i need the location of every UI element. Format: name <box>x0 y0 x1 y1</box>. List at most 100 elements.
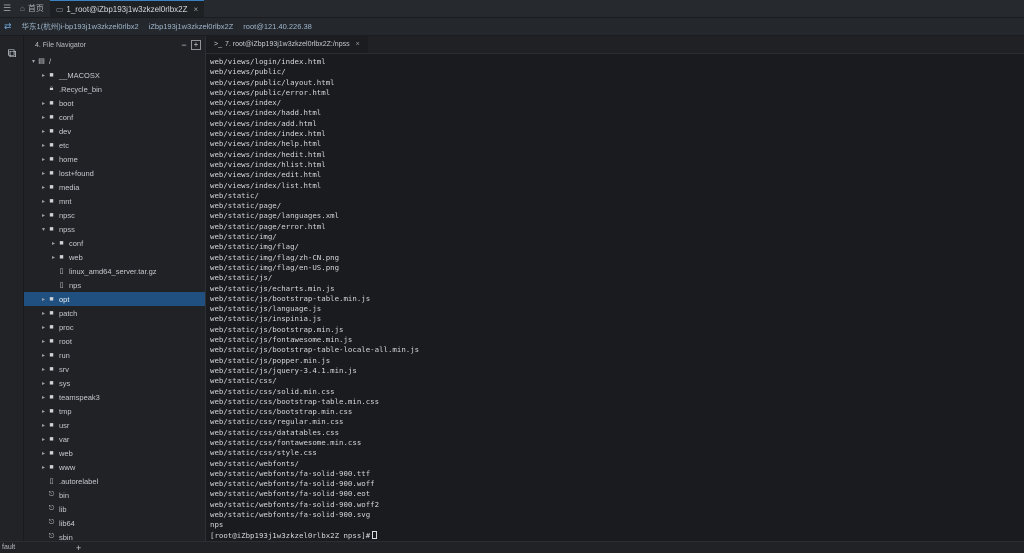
tree-item[interactable]: ⎋ bin <box>24 488 205 502</box>
folder-icon: ▤ <box>38 58 45 65</box>
tree-item-label: opt <box>59 294 70 304</box>
chevron-right-icon[interactable]: ▸ <box>40 170 47 177</box>
folder-icon: ■ <box>49 449 54 457</box>
tree-item[interactable]: ▸ ■ boot <box>24 96 205 110</box>
tree-item[interactable]: ▸ ■ srv <box>24 362 205 376</box>
chevron-right-icon[interactable]: ▸ <box>40 184 47 191</box>
tree-item-label: sys <box>59 378 71 388</box>
tree-item[interactable]: ▸ ■ __MACOSX <box>24 68 205 82</box>
tree-item[interactable]: ▸ ■ lost+found <box>24 166 205 180</box>
add-tab-button[interactable]: + <box>76 543 81 553</box>
tree-item[interactable]: ▸ ■ dev <box>24 124 205 138</box>
tree-item[interactable]: ⎋ lib <box>24 502 205 516</box>
tree-item-label: npsc <box>59 210 75 220</box>
tree-root-label: / <box>49 56 52 66</box>
chevron-right-icon[interactable]: ▸ <box>40 114 47 121</box>
tree-item[interactable]: ▸ ■ run <box>24 348 205 362</box>
tree-item[interactable]: ▸ ■ web <box>24 250 205 264</box>
chevron-right-icon[interactable]: ▸ <box>40 142 47 149</box>
chevron-right-icon[interactable]: ▸ <box>40 212 47 219</box>
terminal-prompt: [root@iZbp193j1w3zkzel0rlbx2Z npss]# <box>210 530 371 540</box>
terminal-line: web/static/css/regular.min.css <box>210 417 344 427</box>
tree-item[interactable]: ▸ ■ usr <box>24 418 205 432</box>
tree-item[interactable]: ▸ ■ etc <box>24 138 205 152</box>
tab-home[interactable]: ⌂ 首页 <box>14 0 50 17</box>
tree-item-label: tmp <box>59 406 72 416</box>
link-icon: ⎋ <box>48 533 55 540</box>
terminal-tab-label: 7. root@iZbp193j1w3zkzel0rlbx2Z:/npss <box>224 41 350 48</box>
folder-icon: ■ <box>49 113 54 121</box>
chevron-down-icon[interactable]: ▾ <box>30 58 37 65</box>
tree-item[interactable]: ▸ ■ conf <box>24 110 205 124</box>
chevron-right-icon[interactable]: ▸ <box>40 128 47 135</box>
tree-item[interactable]: 🔒︎ .Recycle_bin <box>24 82 205 96</box>
session-info-bar: ⇄ 华东1(杭州)i-bp193j1w3zkzel0rlbx2 iZbp193j… <box>0 18 1024 36</box>
chevron-right-icon[interactable]: ▸ <box>40 352 47 359</box>
left-toolbar: ⧉ <box>0 36 24 541</box>
tree-item-label: lib64 <box>59 518 75 528</box>
close-icon[interactable]: × <box>356 41 360 48</box>
tree-item[interactable]: ▸ ■ conf <box>24 236 205 250</box>
link-icon: ⎋ <box>48 519 55 526</box>
close-icon[interactable]: × <box>193 5 198 14</box>
chevron-right-icon[interactable]: ▸ <box>40 436 47 443</box>
chevron-right-icon[interactable]: ▸ <box>40 366 47 373</box>
tree-item[interactable]: ▯ .autorelabel <box>24 474 205 488</box>
chevron-right-icon[interactable]: ▸ <box>50 254 57 261</box>
terminal-line: web/views/index/ <box>210 98 282 108</box>
chevron-right-icon[interactable]: ▸ <box>40 198 47 205</box>
file-icon: ▯ <box>59 282 64 289</box>
chevron-right-icon[interactable]: ▸ <box>40 100 47 107</box>
terminal-line: web/static/webfonts/fa-solid-900.eot <box>210 489 371 499</box>
tree-item[interactable]: ▾ ■ npss <box>24 222 205 236</box>
chevron-right-icon[interactable]: ▸ <box>40 422 47 429</box>
tree-item[interactable]: ▸ ■ media <box>24 180 205 194</box>
tree-item[interactable]: ▸ ■ proc <box>24 320 205 334</box>
tree-item[interactable]: ▸ ■ npsc <box>24 208 205 222</box>
tree-item[interactable]: ▯ nps <box>24 278 205 292</box>
chevron-right-icon[interactable]: ▸ <box>40 380 47 387</box>
chevron-right-icon[interactable]: ▸ <box>40 324 47 331</box>
chevron-right-icon[interactable]: ▸ <box>40 394 47 401</box>
chevron-right-icon[interactable]: ▸ <box>40 408 47 415</box>
tree-item[interactable]: ▸ ■ patch <box>24 306 205 320</box>
chevron-right-icon[interactable]: ▸ <box>40 72 47 79</box>
chevron-right-icon[interactable]: ▸ <box>40 464 47 471</box>
tree-item[interactable]: ▸ ■ sys <box>24 376 205 390</box>
tree-item[interactable]: ⎋ lib64 <box>24 516 205 530</box>
tree-item-label: patch <box>59 308 78 318</box>
folder-icon: ■ <box>49 197 54 205</box>
terminal-line: web/static/img/ <box>210 232 277 242</box>
collapse-icon[interactable]: − <box>179 40 189 50</box>
terminal-line: web/views/public/ <box>210 67 286 77</box>
terminal-line: web/static/css/fontawesome.min.css <box>210 437 362 447</box>
tree-item[interactable]: ▸ ■ root <box>24 334 205 348</box>
terminal-prompt-line[interactable]: [root@iZbp193j1w3zkzel0rlbx2Z npss]# <box>210 530 1020 541</box>
file-copy-icon[interactable]: ⧉ <box>0 42 24 64</box>
tree-item-label: dev <box>59 126 72 136</box>
tree-item[interactable]: ▸ ■ home <box>24 152 205 166</box>
tree-item[interactable]: ▸ ■ var <box>24 432 205 446</box>
tree-item-label: lib <box>59 504 67 514</box>
chevron-right-icon[interactable]: ▸ <box>40 156 47 163</box>
chevron-down-icon[interactable]: ▾ <box>40 226 47 233</box>
tab-terminal[interactable]: >_ 7. root@iZbp193j1w3zkzel0rlbx2Z:/npss… <box>206 36 368 53</box>
tree-item[interactable]: ▸ ■ teamspeak3 <box>24 390 205 404</box>
tree-item[interactable]: ▸ ■ www <box>24 460 205 474</box>
tab-session[interactable]: ▭ 1_root@iZbp193j1w3zkzel0rlbx2Z × <box>49 0 205 17</box>
tree-root[interactable]: ▾ ▤ / <box>24 54 205 68</box>
hamburger-icon[interactable]: ☰ <box>0 0 14 17</box>
chevron-right-icon[interactable]: ▸ <box>40 296 47 303</box>
terminal-output[interactable]: web/views/login/index.html web/views/publ… <box>206 54 1024 541</box>
chevron-right-icon[interactable]: ▸ <box>40 310 47 317</box>
tree-item[interactable]: ▸ ■ opt <box>24 292 205 306</box>
chevron-right-icon[interactable]: ▸ <box>40 338 47 345</box>
chevron-right-icon[interactable]: ▸ <box>40 450 47 457</box>
tree-item[interactable]: ▸ ■ mnt <box>24 194 205 208</box>
folder-icon: ■ <box>49 309 54 317</box>
expand-icon[interactable]: + <box>191 40 201 50</box>
tree-item[interactable]: ▸ ■ tmp <box>24 404 205 418</box>
tree-item[interactable]: ▸ ■ web <box>24 446 205 460</box>
tree-item[interactable]: ▯ linux_amd64_server.tar.gz <box>24 264 205 278</box>
chevron-right-icon[interactable]: ▸ <box>50 240 57 247</box>
